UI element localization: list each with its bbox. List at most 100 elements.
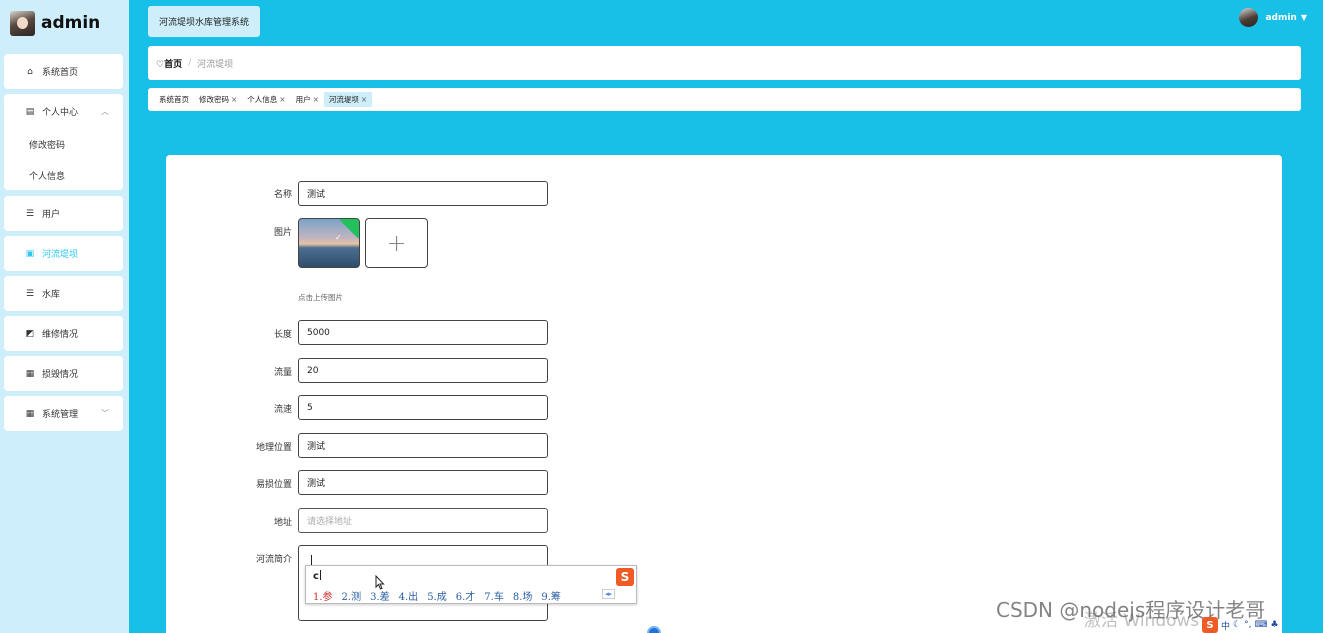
mouse-cursor-icon — [375, 575, 385, 590]
name-label: 名称 — [273, 190, 292, 200]
uploaded-image-thumbnail[interactable]: ✓ — [298, 218, 360, 268]
sidebar-item-users[interactable]: ☰ 用户 — [4, 196, 123, 231]
sidebar-item-maintenance[interactable]: ◩ 维修情况 — [4, 316, 123, 351]
chevron-down-icon: ﹀ — [101, 409, 109, 418]
close-icon[interactable]: × — [279, 95, 285, 104]
sidebar-item-label: 维修情况 — [42, 330, 79, 340]
location-field[interactable]: 测试 — [298, 433, 548, 458]
sidebar-item-reservoir[interactable]: ☰ 水库 — [4, 276, 123, 311]
ime-candidate-window[interactable]: c S 1.参 2.测 3.差 4.出 5.成 6.才 7.车 8.场 9.筹 … — [305, 565, 637, 604]
form-card: 名称 测试 图片 ✓ + 点击上传图片 长度 5000 流量 20 流速 5 地… — [166, 155, 1282, 633]
tab-label: 系统首页 — [159, 95, 189, 104]
tab-label: 用户 — [295, 95, 311, 104]
ime-candidate[interactable]: 3.差 — [370, 588, 390, 603]
ime-candidate[interactable]: 5.成 — [427, 588, 447, 603]
sidebar-item-label: 损毁情况 — [42, 370, 79, 380]
tab-change-password[interactable]: 修改密码 × — [194, 92, 242, 107]
clipboard-icon: ▣ — [25, 248, 35, 259]
breadcrumb-current: 河流堤坝 — [197, 59, 234, 70]
ime-candidate[interactable]: 8.场 — [513, 588, 533, 603]
tab-users[interactable]: 用户 × — [291, 92, 324, 107]
sogou-tray-icon[interactable]: S — [1202, 617, 1218, 633]
user-name: admin — [1265, 12, 1297, 23]
tab-river-dam[interactable]: 河流堤坝 × — [323, 92, 373, 107]
tab-label: 修改密码 — [199, 95, 229, 104]
name-field[interactable]: 测试 — [298, 181, 548, 206]
speed-field[interactable]: 5 — [298, 395, 548, 420]
address-label: 地址 — [273, 518, 292, 528]
tab-profile[interactable]: 个人信息 × — [242, 92, 290, 107]
sidebar-item-home[interactable]: ⌂ 系统首页 — [4, 54, 123, 89]
breadcrumb-separator: / — [188, 58, 192, 68]
sidebar-brand: admin — [10, 10, 100, 36]
flow-label: 流量 — [273, 368, 292, 378]
sidebar-item-label: 用户 — [42, 210, 61, 220]
sidebar-subitem-profile[interactable]: 个人信息 — [4, 160, 123, 191]
sidebar-username: admin — [41, 13, 101, 33]
chart-icon: ◩ — [25, 328, 35, 339]
sidebar-item-river-dam[interactable]: ▣ 河流堤坝 — [4, 236, 123, 271]
sidebar-item-label: 系统管理 — [42, 410, 79, 420]
ime-language-indicator[interactable]: 中 — [1221, 619, 1230, 632]
ime-candidate[interactable]: 1.参 — [313, 588, 333, 603]
floating-dot-icon — [647, 626, 661, 633]
calendar-icon: ▤ — [25, 106, 35, 117]
user-menu[interactable]: admin ▼ — [1239, 8, 1307, 27]
location-label: 地理位置 — [255, 443, 292, 453]
upload-success-badge — [339, 219, 359, 239]
plus-icon: + — [386, 229, 407, 257]
image-label: 图片 — [273, 228, 292, 238]
moon-icon[interactable]: ☾ — [1233, 620, 1241, 630]
system-tray: S 中 ☾ °, ⌨ ♣ — [1202, 617, 1279, 633]
sidebar: admin ⌂ 系统首页 ▤ 个人中心 ︿ 修改密码 个人信息 ☰ 用户 ▣ 河… — [0, 0, 129, 633]
sidebar-item-system-admin[interactable]: ▦ 系统管理 ﹀ — [4, 396, 123, 431]
upload-hint: 点击上传图片 — [298, 293, 343, 302]
grid-icon: ▦ — [25, 368, 35, 379]
tab-label: 河流堤坝 — [328, 95, 359, 104]
address-select[interactable]: 请选择地址 — [298, 508, 548, 533]
list-icon: ☰ — [25, 208, 35, 219]
sogou-logo-icon: S — [616, 568, 634, 586]
ime-pager-arrows-icon[interactable]: ◂▸ — [601, 589, 615, 599]
sidebar-item-label: 河流堤坝 — [42, 250, 79, 260]
ime-candidate[interactable]: 6.才 — [456, 588, 476, 603]
sidebar-item-label: 系统首页 — [42, 68, 79, 78]
home-icon: ⌂ — [27, 66, 33, 77]
check-icon: ✓ — [335, 233, 342, 242]
tab-label: 个人信息 — [247, 95, 278, 104]
tab-home[interactable]: 系统首页 — [154, 92, 194, 107]
grid-icon: ▦ — [25, 408, 35, 419]
vulnerable-label: 易损位置 — [255, 480, 292, 490]
speed-label: 流速 — [273, 405, 292, 415]
ime-composition: c — [313, 571, 319, 582]
avatar — [10, 10, 35, 36]
sidebar-item-label: 个人中心 — [42, 108, 79, 118]
ime-candidate[interactable]: 9.筹 — [541, 588, 561, 603]
close-icon[interactable]: × — [313, 95, 319, 104]
user-avatar — [1239, 8, 1259, 27]
close-icon[interactable]: × — [361, 95, 367, 104]
shirt-icon[interactable]: ♣ — [1270, 620, 1278, 630]
tabs-bar: 系统首页 修改密码 × 个人信息 × 用户 × 河流堤坝 × — [148, 88, 1301, 111]
punctuation-icon[interactable]: °, — [1244, 620, 1251, 630]
ime-candidate[interactable]: 7.车 — [484, 588, 504, 603]
close-icon[interactable]: × — [231, 95, 237, 104]
ime-candidate[interactable]: 2.测 — [342, 588, 362, 603]
sidebar-subitem-change-password[interactable]: 修改密码 — [4, 129, 123, 160]
keyboard-icon[interactable]: ⌨ — [1254, 620, 1267, 630]
ime-candidates: 1.参 2.测 3.差 4.出 5.成 6.才 7.车 8.场 9.筹 — [313, 588, 570, 603]
sidebar-item-damage[interactable]: ▦ 损毁情况 — [4, 356, 123, 391]
upload-button[interactable]: + — [365, 218, 428, 268]
sidebar-item-personal-center[interactable]: ▤ 个人中心 ︿ — [4, 94, 123, 129]
caret-down-icon: ▼ — [1300, 13, 1307, 22]
length-label: 长度 — [273, 330, 292, 340]
length-field[interactable]: 5000 — [298, 320, 548, 345]
breadcrumb: ♡首页 / 河流堤坝 — [148, 46, 1301, 80]
vulnerable-position-field[interactable]: 测试 — [298, 470, 548, 495]
ime-candidate[interactable]: 4.出 — [399, 588, 419, 603]
flow-field[interactable]: 20 — [298, 358, 548, 383]
sidebar-item-label: 水库 — [42, 290, 61, 300]
system-title: 河流堤坝水库管理系统 — [148, 6, 260, 37]
breadcrumb-home-label: 首页 — [164, 59, 183, 70]
breadcrumb-home[interactable]: ♡首页 — [156, 57, 182, 70]
